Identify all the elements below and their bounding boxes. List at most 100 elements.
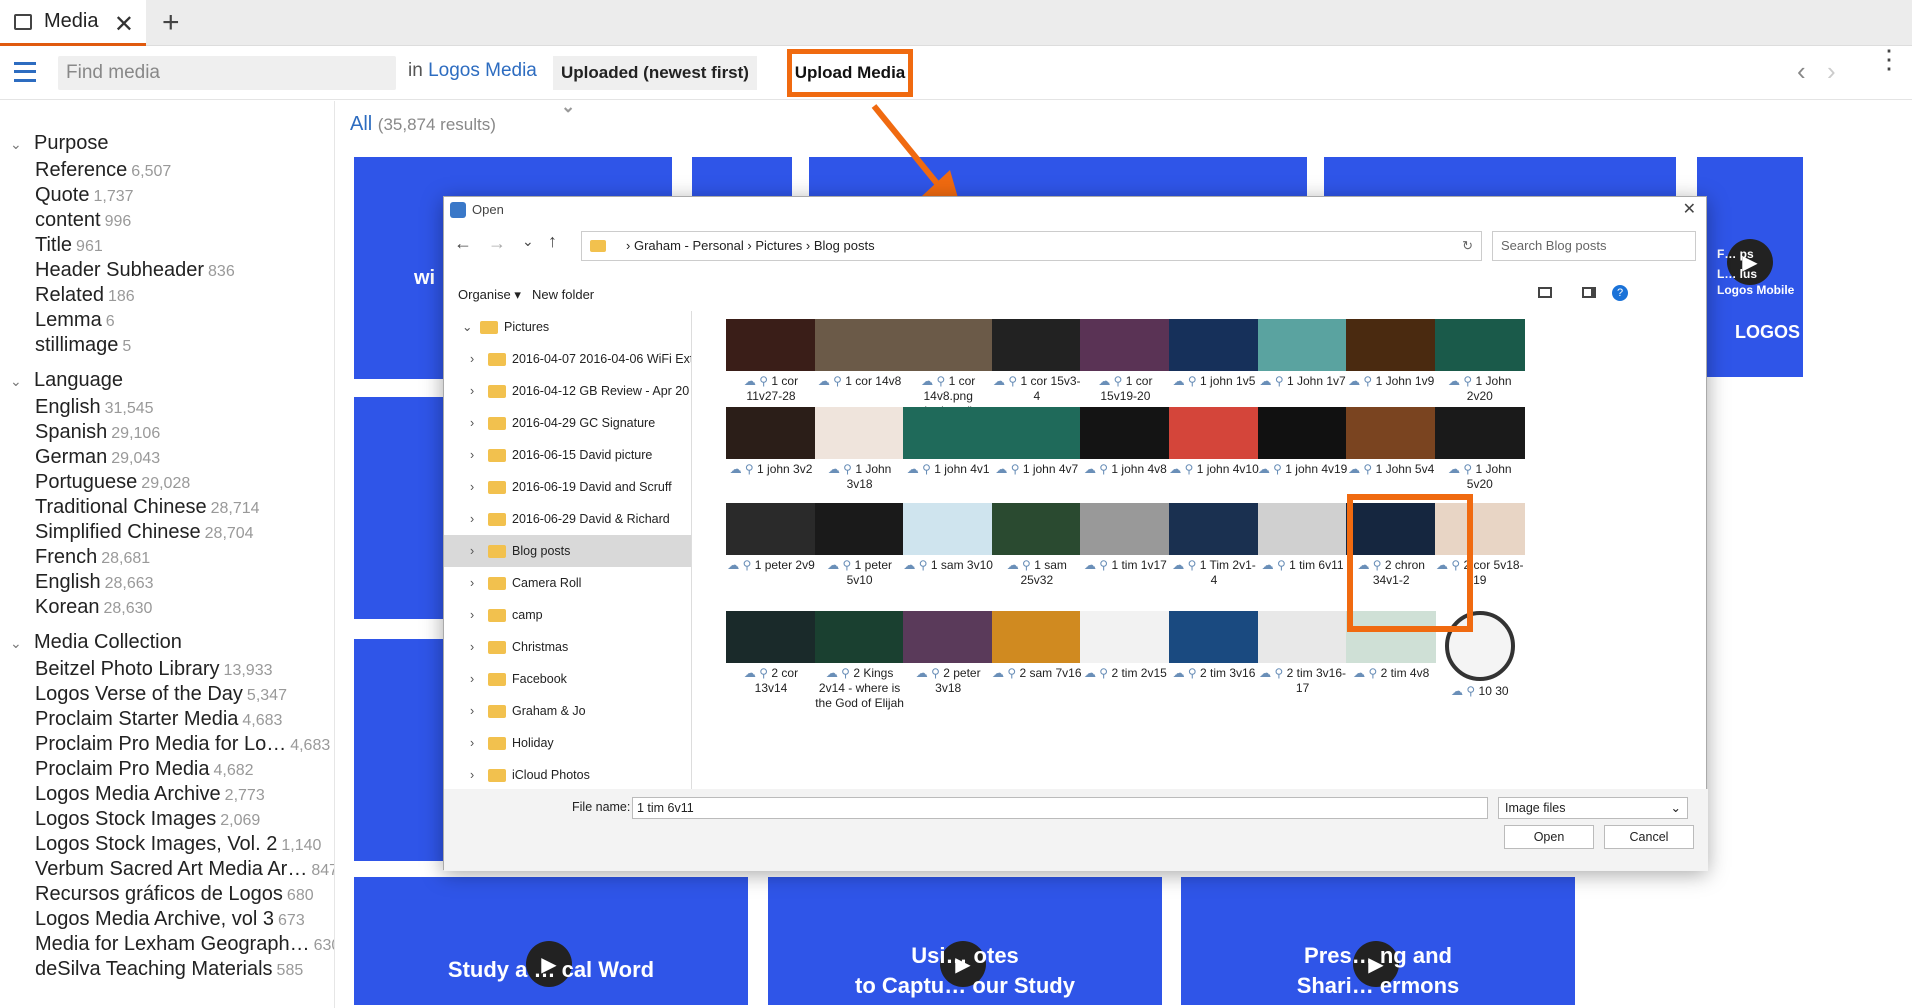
facet-item[interactable]: Portuguese 29,028 xyxy=(0,470,334,495)
folder-tree-item[interactable]: › Camera Roll xyxy=(444,567,691,599)
chevron-right-icon[interactable]: › xyxy=(470,503,484,535)
folder-tree-item[interactable]: › 2016-04-29 GC Signature xyxy=(444,407,691,439)
open-button[interactable]: Open xyxy=(1504,825,1594,849)
media-tile[interactable] xyxy=(354,397,444,619)
chevron-right-icon[interactable]: › xyxy=(470,567,484,599)
facet-item[interactable]: Reference 6,507 xyxy=(0,158,334,183)
close-icon[interactable]: ✕ xyxy=(114,10,134,39)
chevron-down-icon[interactable]: ⌄ xyxy=(10,367,24,396)
address-bar[interactable]: › Graham - Personal › Pictures › Blog po… xyxy=(581,231,1482,261)
chevron-right-icon[interactable]: › xyxy=(470,343,484,375)
facet-item[interactable]: Korean 28,630 xyxy=(0,595,334,620)
media-tile[interactable]: ▶ F… ps L… lus Logos Mobile LOGOS xyxy=(1697,157,1803,377)
media-tile[interactable] xyxy=(692,157,792,199)
facet-item[interactable]: Quote 1,737 xyxy=(0,183,334,208)
file-name-input[interactable]: 1 tim 6v11 xyxy=(632,797,1488,819)
folder-tree-item[interactable]: › 2016-04-07 2016-04-06 WiFi Ext xyxy=(444,343,691,375)
facet-item[interactable]: English 28,663 xyxy=(0,570,334,595)
breadcrumb-item[interactable]: Pictures xyxy=(755,238,802,253)
file-type-select[interactable]: Image files ⌄ xyxy=(1498,797,1688,819)
folder-tree-item[interactable]: › Blog posts xyxy=(444,535,691,567)
dialog-search-input[interactable]: Search Blog posts xyxy=(1492,231,1696,261)
close-icon[interactable]: ✕ xyxy=(1683,197,1696,223)
folder-tree-item[interactable]: ⌄ Pictures xyxy=(444,311,691,343)
refresh-icon[interactable]: ↻ xyxy=(1462,232,1473,260)
folder-tree-item[interactable]: › Christmas xyxy=(444,631,691,663)
media-tile[interactable]: ▶ Study a … cal Word xyxy=(354,877,748,1005)
facet-item[interactable]: Spanish 29,106 xyxy=(0,420,334,445)
chevron-right-icon[interactable]: › xyxy=(470,439,484,471)
file-thumbnail[interactable]: ☁ ⚲ 1 john 3v2 xyxy=(726,407,816,477)
hamburger-menu-icon[interactable] xyxy=(14,62,36,82)
folder-tree-item[interactable]: › 2016-06-29 David & Richard xyxy=(444,503,691,535)
filter-all[interactable]: All xyxy=(350,113,372,135)
up-icon[interactable]: ↑ xyxy=(548,231,557,252)
facet-item[interactable]: Title 961 xyxy=(0,233,334,258)
facet-item[interactable]: Proclaim Starter Media 4,683 xyxy=(0,707,334,732)
facet-section-purpose[interactable]: ⌄ Purpose xyxy=(0,129,334,158)
sort-dropdown[interactable]: Uploaded (newest first) ⌄ xyxy=(553,56,757,116)
file-thumbnail[interactable]: ☁ ⚲ 1 Tim 2v1-4 xyxy=(1169,503,1259,588)
search-input[interactable]: Find media xyxy=(58,56,396,90)
file-thumbnail[interactable]: ☁ ⚲ 1 john 1v5 xyxy=(1169,319,1259,389)
facet-item[interactable]: content 996 xyxy=(0,208,334,233)
file-thumbnail[interactable]: ☁ ⚲ 1 John 5v4 xyxy=(1346,407,1437,477)
facet-item[interactable]: Beitzel Photo Library 13,933 xyxy=(0,657,334,682)
help-icon[interactable]: ? xyxy=(1612,285,1628,301)
recent-dropdown-icon[interactable]: ⌄ xyxy=(522,233,534,250)
file-thumbnail[interactable]: ☁ ⚲ 1 John 3v18 xyxy=(814,407,905,492)
chevron-right-icon[interactable]: › xyxy=(470,695,484,727)
forward-icon[interactable]: › xyxy=(1827,56,1836,87)
facet-item[interactable]: Proclaim Pro Media 4,682 xyxy=(0,757,334,782)
chevron-right-icon[interactable]: › xyxy=(470,727,484,759)
file-thumbnail[interactable]: ☁ ⚲ 1 John 1v9 xyxy=(1346,319,1437,389)
file-thumbnail[interactable]: ☁ ⚲ 1 John 1v7 xyxy=(1257,319,1348,389)
facet-item[interactable]: Recursos gráficos de Logos 680 xyxy=(0,882,334,907)
chevron-right-icon[interactable]: › xyxy=(470,407,484,439)
facet-item[interactable]: Lemma 6 xyxy=(0,308,334,333)
facet-item[interactable]: Media for Lexham Geograph…630 xyxy=(0,932,334,957)
file-thumbnail[interactable]: ☁ ⚲ 1 cor 14v8 xyxy=(814,319,905,389)
new-tab-button[interactable]: + xyxy=(162,6,180,40)
chevron-down-icon[interactable]: ⌄ xyxy=(10,629,24,658)
file-thumbnail[interactable]: ☁ ⚲ 2 Kings 2v14 - where is the God of E… xyxy=(814,611,905,711)
more-icon[interactable]: ⋮ xyxy=(1876,46,1902,72)
file-thumbnail[interactable]: ☁ ⚲ 1 john 4v19 xyxy=(1257,407,1348,477)
file-thumbnail[interactable]: ☁ ⚲ 1 cor 11v27-28 xyxy=(726,319,816,404)
view-icon[interactable] xyxy=(1538,287,1552,298)
facet-section-collection[interactable]: ⌄ Media Collection xyxy=(0,628,334,657)
file-thumbnail[interactable]: ☁ ⚲ 1 cor 15v3-4 xyxy=(991,319,1082,404)
chevron-right-icon[interactable]: › xyxy=(470,471,484,503)
back-icon[interactable]: ← xyxy=(454,233,472,254)
chevron-right-icon[interactable]: › xyxy=(470,663,484,695)
media-tile[interactable] xyxy=(1324,157,1676,199)
file-thumbnail[interactable]: ☁ ⚲ 1 John 2v20 xyxy=(1434,319,1525,404)
folder-tree-item[interactable]: › 2016-06-19 David and Scruff xyxy=(444,471,691,503)
media-tile[interactable] xyxy=(354,639,444,861)
file-thumbnail[interactable]: ☁ ⚲ 2 tim 3v16 xyxy=(1169,611,1259,681)
folder-tree-item[interactable]: › camp xyxy=(444,599,691,631)
file-thumbnail[interactable]: ☁ ⚲ 1 john 4v1 xyxy=(903,407,994,477)
folder-tree-item[interactable]: › Holiday xyxy=(444,727,691,759)
facet-item[interactable]: Logos Stock Images, Vol. 2 1,140 xyxy=(0,832,334,857)
chevron-right-icon[interactable]: › xyxy=(470,631,484,663)
facet-item[interactable]: Header Subheader 836 xyxy=(0,258,334,283)
folder-tree-item[interactable]: › Facebook xyxy=(444,663,691,695)
chevron-down-icon[interactable]: ⌄ xyxy=(462,311,476,343)
facet-item[interactable]: Logos Stock Images 2,069 xyxy=(0,807,334,832)
facet-item[interactable]: deSilva Teaching Materials 585 xyxy=(0,957,334,982)
folder-tree-item[interactable]: › iCloud Photos xyxy=(444,759,691,789)
upload-media-button[interactable]: Upload Media xyxy=(787,49,913,97)
breadcrumb-item[interactable]: Blog posts xyxy=(814,238,875,253)
facet-item[interactable]: Proclaim Pro Media for Lo… 4,683 xyxy=(0,732,334,757)
facet-item[interactable]: Related 186 xyxy=(0,283,334,308)
chevron-right-icon[interactable]: › xyxy=(470,535,484,567)
facet-section-language[interactable]: ⌄ Language xyxy=(0,366,334,395)
facet-item[interactable]: Verbum Sacred Art Media Ar…847 xyxy=(0,857,334,882)
file-thumbnail[interactable]: ☁ ⚲ 1 cor 15v19-20 xyxy=(1080,319,1171,404)
scope-link[interactable]: Logos Media xyxy=(428,60,537,81)
chevron-right-icon[interactable]: › xyxy=(470,759,484,789)
cancel-button[interactable]: Cancel xyxy=(1604,825,1694,849)
facet-item[interactable]: Logos Verse of the Day 5,347 xyxy=(0,682,334,707)
file-thumbnail[interactable]: ☁ ⚲ 1 sam 25v32 xyxy=(991,503,1082,588)
